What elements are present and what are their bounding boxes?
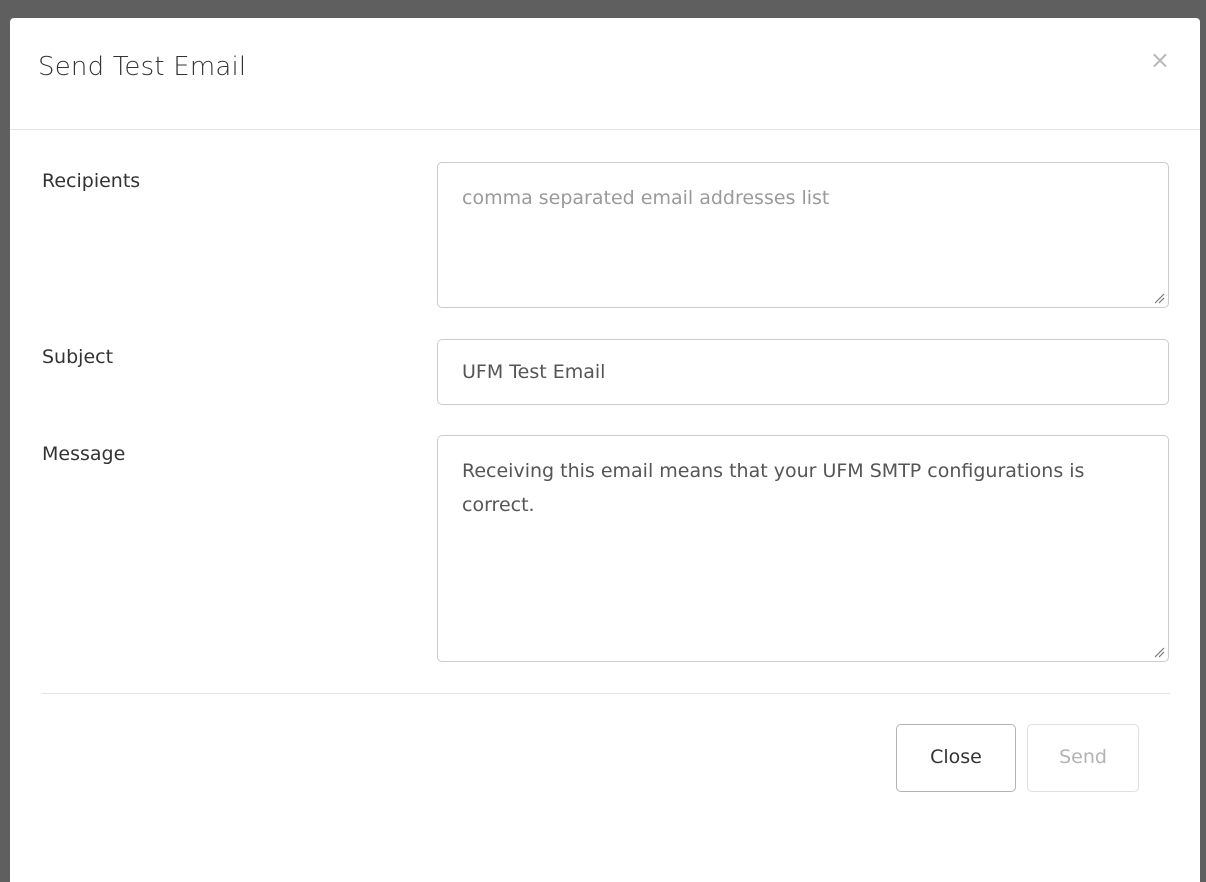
message-label: Message bbox=[42, 443, 126, 465]
close-icon[interactable]: × bbox=[1150, 48, 1170, 72]
message-text: Receiving this email means that your UFM… bbox=[462, 460, 1085, 516]
send-button[interactable]: Send bbox=[1027, 724, 1139, 792]
resize-grip-icon[interactable] bbox=[1153, 292, 1165, 304]
message-textarea[interactable]: Receiving this email means that your UFM… bbox=[437, 435, 1169, 662]
recipients-label: Recipients bbox=[42, 170, 141, 192]
subject-input[interactable]: UFM Test Email bbox=[437, 339, 1169, 405]
recipients-placeholder: comma separated email addresses list bbox=[462, 187, 830, 209]
recipients-textarea[interactable]: comma separated email addresses list bbox=[437, 162, 1169, 308]
subject-label: Subject bbox=[42, 346, 114, 368]
dialog-header: Send Test Email × bbox=[10, 18, 1200, 130]
footer-divider bbox=[42, 693, 1170, 694]
resize-grip-icon[interactable] bbox=[1153, 646, 1165, 658]
send-test-email-dialog: Send Test Email × Recipients comma separ… bbox=[10, 18, 1200, 882]
close-button[interactable]: Close bbox=[896, 724, 1016, 792]
dialog-title: Send Test Email bbox=[38, 52, 247, 82]
